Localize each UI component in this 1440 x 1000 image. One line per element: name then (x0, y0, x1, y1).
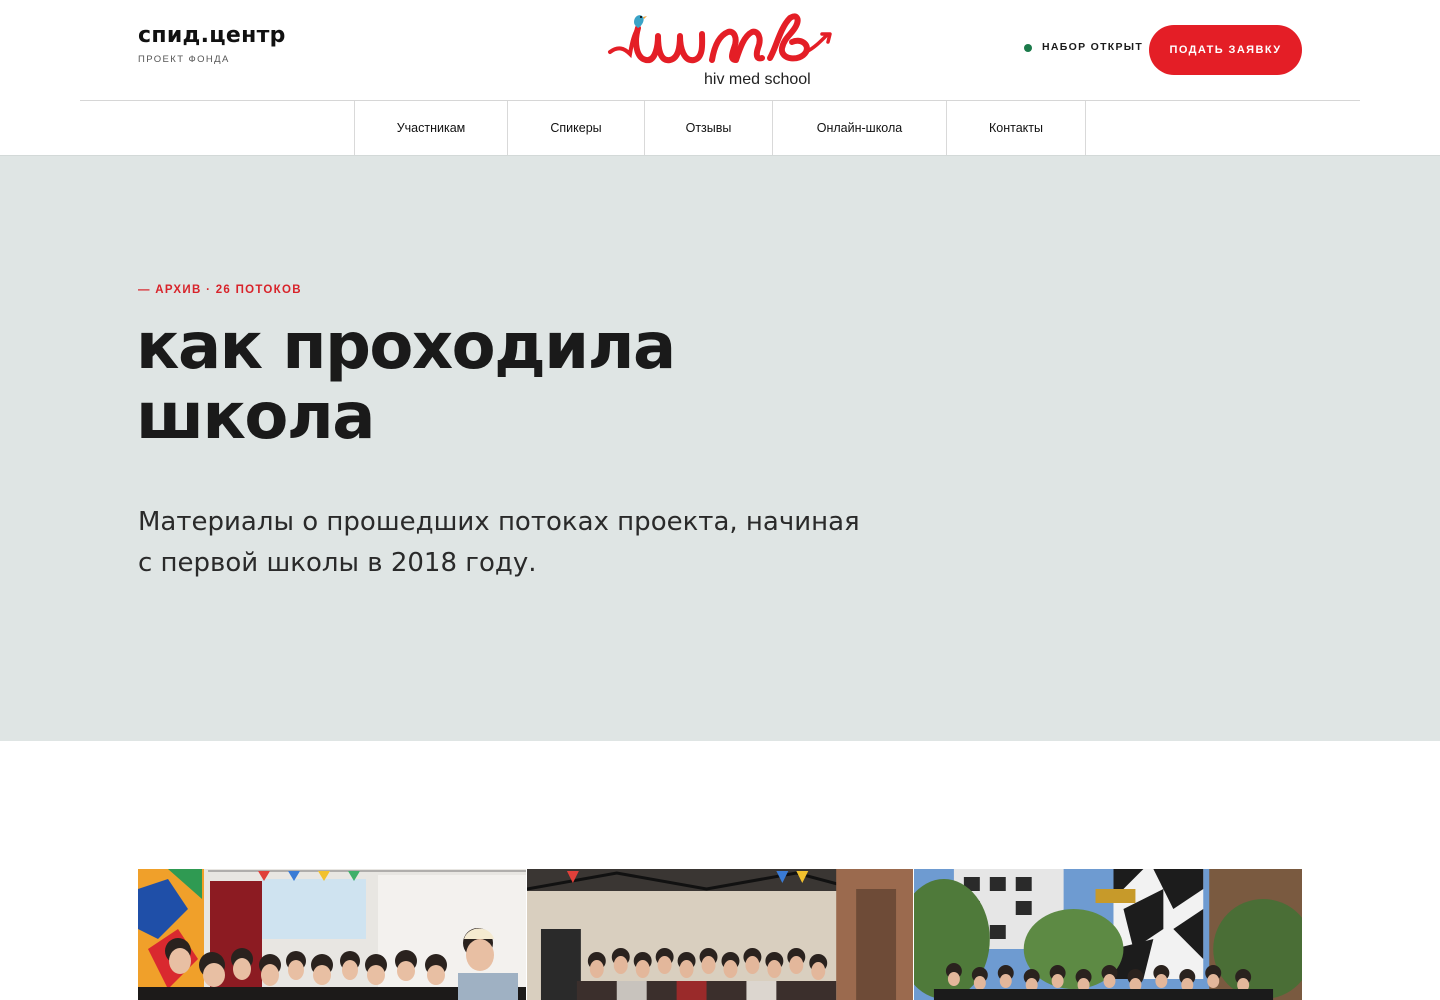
enrollment-status: НАБОР ОТКРЫТ (1024, 41, 1143, 53)
group-photo-icon (138, 869, 526, 1000)
brand-subtitle: ПРОЕКТ ФОНДА (138, 54, 230, 65)
hero-description-line-1: Материалы о прошедших потоках проекта, н… (138, 507, 860, 537)
archive-photo-strip (138, 869, 1302, 1000)
apply-button[interactable]: ПОДАТЬ ЗАЯВКУ (1149, 25, 1302, 75)
school-logo[interactable]: hiv med school (604, 8, 836, 94)
status-text: НАБОР ОТКРЫТ (1042, 41, 1144, 53)
page-title-line-2: школа (136, 380, 375, 454)
nav-item-reviews[interactable]: Отзывы (645, 101, 773, 155)
nav-item-participants[interactable]: Участникам (355, 101, 508, 155)
brand-name: спид.центр (138, 23, 286, 48)
archive-photo-3[interactable] (913, 869, 1302, 1000)
group-photo-icon (914, 869, 1302, 1000)
nav-item-speakers[interactable]: Спикеры (508, 101, 645, 155)
archive-photo-1[interactable] (138, 869, 526, 1000)
nav-list: Участникам Спикеры Отзывы Онлайн-школа К… (354, 101, 1086, 155)
brand-logo-link[interactable]: спид.центр ПРОЕКТ ФОНДА (138, 22, 286, 66)
hero-description-line-2: с первой школы в 2018 году. (138, 548, 537, 578)
page-title-line-1: как проходила (136, 310, 676, 384)
hero-eyebrow: — АРХИВ · 26 ПОТОКОВ (138, 284, 302, 296)
site-header: спид.центр ПРОЕКТ ФОНДА hiv med school Н… (0, 0, 1440, 100)
school-logo-icon (608, 13, 832, 64)
status-dot-icon (1024, 43, 1032, 52)
page-title: как проходила школа (136, 312, 856, 452)
archive-hero: — АРХИВ · 26 ПОТОКОВ как проходила школа… (0, 155, 1440, 741)
archive-photo-2[interactable] (526, 869, 913, 1000)
logo-subtitle: hiv med school (704, 71, 811, 88)
group-photo-icon (527, 869, 913, 1000)
hero-description: Материалы о прошедших потоках проекта, н… (138, 502, 878, 584)
nav-item-online-school[interactable]: Онлайн-школа (773, 101, 947, 155)
main-nav: Участникам Спикеры Отзывы Онлайн-школа К… (0, 101, 1440, 155)
nav-item-contacts[interactable]: Контакты (947, 101, 1086, 155)
